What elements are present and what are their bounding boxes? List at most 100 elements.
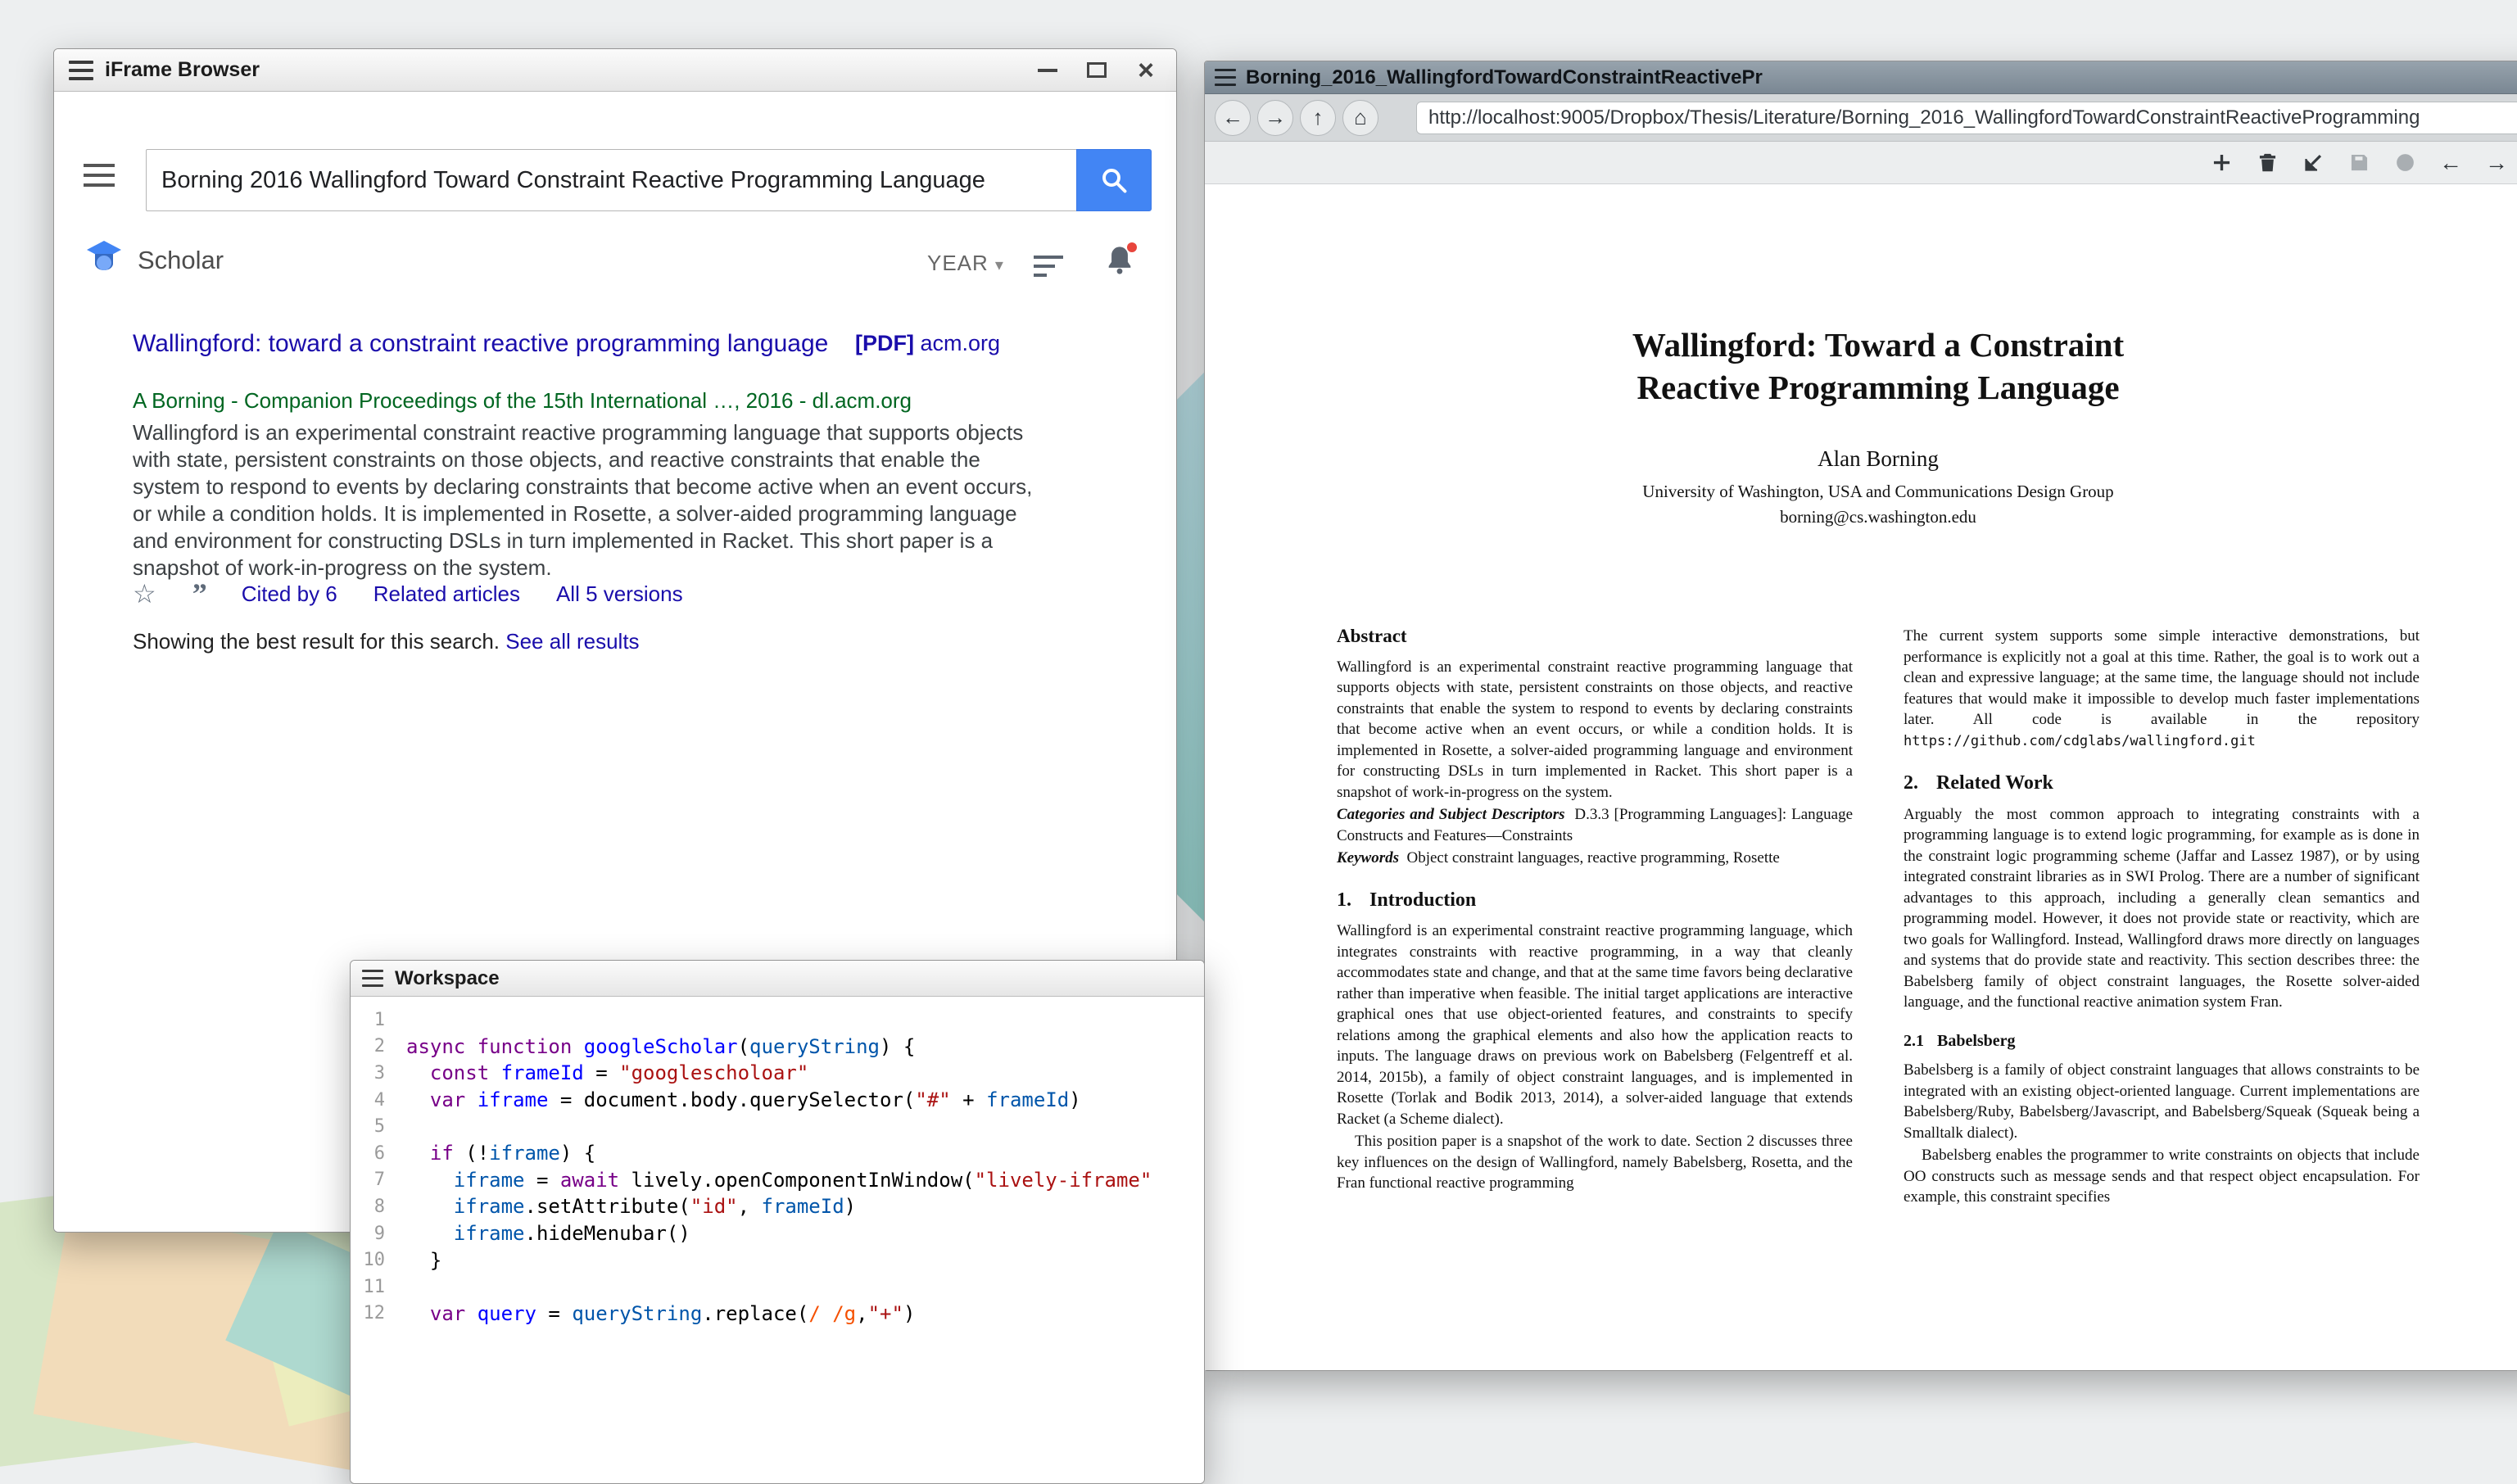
block-button[interactable] xyxy=(2386,146,2424,180)
year-filter-dropdown[interactable]: YEAR▾ xyxy=(927,251,1004,276)
result-title-link[interactable]: Wallingford: toward a constraint reactiv… xyxy=(133,328,845,360)
window-menu-icon[interactable] xyxy=(1215,69,1236,86)
result-byline: A Borning - Companion Proceedings of the… xyxy=(133,388,912,414)
window-titlebar[interactable]: Workspace xyxy=(351,961,1204,997)
section-2-1-paragraph: Babelsberg enables the programmer to wri… xyxy=(1904,1145,2420,1208)
url-input[interactable] xyxy=(1416,102,2517,134)
abstract-heading: Abstract xyxy=(1337,626,1853,647)
paper-affiliation: University of Washington, USA and Commun… xyxy=(1337,482,2420,502)
save-button[interactable] xyxy=(2340,146,2378,180)
section-2-paragraph: Arguably the most common approach to int… xyxy=(1904,804,2420,1013)
code-line[interactable]: 12 var query = queryString.replace(/ /g,… xyxy=(351,1301,1204,1328)
maximize-button[interactable] xyxy=(1084,58,1109,83)
workspace-window: Workspace 1 2async function googleScholar… xyxy=(350,960,1205,1484)
all-versions-link[interactable]: All 5 versions xyxy=(556,581,683,607)
delete-trash-button[interactable] xyxy=(2248,146,2286,180)
code-line[interactable]: 7 iframe = await lively.openComponentInW… xyxy=(351,1167,1204,1194)
search-icon xyxy=(1099,165,1129,195)
scholar-logo-icon[interactable] xyxy=(85,238,123,275)
back-button[interactable]: ← xyxy=(1215,100,1251,136)
categories-paragraph: Categories and Subject Descriptors D.3.3… xyxy=(1337,804,1853,846)
up-button[interactable]: ↑ xyxy=(1300,100,1336,136)
chevron-down-icon: ▾ xyxy=(995,256,1004,274)
paper-email: borning@cs.washington.edu xyxy=(1337,507,2420,527)
result-footer: Showing the best result for this search.… xyxy=(133,629,640,654)
code-line[interactable]: 9 iframe.hideMenubar() xyxy=(351,1220,1204,1247)
cite-quote-icon[interactable]: ” xyxy=(192,583,206,604)
see-all-results-link[interactable]: See all results xyxy=(505,629,639,654)
section-1-heading: 1.Introduction xyxy=(1337,890,1853,912)
close-button[interactable]: × xyxy=(1134,58,1158,83)
related-articles-link[interactable]: Related articles xyxy=(373,581,520,607)
notification-dot xyxy=(1127,242,1137,252)
scholar-menu-icon[interactable] xyxy=(84,164,115,187)
section-2-1-heading: 2.1Babelsberg xyxy=(1904,1031,2420,1052)
section-2-heading: 2.Related Work xyxy=(1904,773,2420,794)
line-number: 12 xyxy=(351,1303,406,1323)
pdf-source: acm.org xyxy=(921,331,1001,355)
save-star-icon[interactable]: ☆ xyxy=(133,578,156,609)
paper-title: Wallingford: Toward a Constraint Reactiv… xyxy=(1337,323,2420,409)
line-number: 2 xyxy=(351,1036,406,1056)
pdf-viewer-window: Borning_2016_WallingfordTowardConstraint… xyxy=(1204,61,2517,1371)
line-number: 3 xyxy=(351,1063,406,1084)
home-button[interactable]: ⌂ xyxy=(1342,100,1378,136)
result-snippet: Wallingford is an experimental constrain… xyxy=(133,419,1048,581)
add-button[interactable] xyxy=(2202,146,2240,180)
paper-right-column: The current system supports some simple … xyxy=(1904,626,2420,1208)
search-input[interactable] xyxy=(146,149,1076,211)
line-number: 4 xyxy=(351,1090,406,1111)
alerts-bell-icon[interactable] xyxy=(1106,244,1135,277)
minimize-button[interactable] xyxy=(1035,58,1060,83)
paper-left-column: Abstract Wallingford is an experimental … xyxy=(1337,626,1853,1208)
code-line[interactable]: 6 if (!iframe) { xyxy=(351,1140,1204,1167)
pdf-navbar: ← → ↑ ⌂ xyxy=(1205,94,2517,142)
paper: Wallingford: Toward a Constraint Reactiv… xyxy=(1337,184,2420,1208)
code-editor[interactable]: 1 2async function googleScholar(queryStri… xyxy=(351,997,1204,1483)
window-titlebar[interactable]: iFrame Browser × xyxy=(54,49,1176,92)
code-line[interactable]: 3 const frameId = "googlescholoar" xyxy=(351,1060,1204,1087)
abstract-text: Wallingford is an experimental constrain… xyxy=(1337,657,1853,803)
paper-author: Alan Borning xyxy=(1337,446,2420,472)
code-line[interactable]: 11 xyxy=(351,1274,1204,1301)
window-title: Borning_2016_WallingfordTowardConstraint… xyxy=(1246,66,1763,89)
next-page-button[interactable]: → xyxy=(2478,146,2515,180)
line-number: 11 xyxy=(351,1277,406,1297)
code-line[interactable]: 4 var iframe = document.body.querySelect… xyxy=(351,1087,1204,1114)
section-2-1-paragraph: Babelsberg is a family of object constra… xyxy=(1904,1060,2420,1143)
code-line[interactable]: 5 xyxy=(351,1113,1204,1140)
forward-button[interactable]: → xyxy=(1257,100,1293,136)
repo-url-link[interactable]: https://github.com/cdglabs/wallingford.g… xyxy=(1904,733,2256,749)
section-1-paragraph: Wallingford is an experimental constrain… xyxy=(1337,921,1853,1129)
right-column-paragraph: The current system supports some simple … xyxy=(1904,626,2420,752)
code-line[interactable]: 8 iframe.setAttribute("id", frameId) xyxy=(351,1193,1204,1220)
line-number: 8 xyxy=(351,1197,406,1217)
line-number: 5 xyxy=(351,1116,406,1137)
window-menu-icon[interactable] xyxy=(362,970,383,987)
edit-button[interactable] xyxy=(2294,146,2332,180)
line-number: 1 xyxy=(351,1010,406,1030)
previous-page-button[interactable]: ← xyxy=(2432,146,2469,180)
footer-text: Showing the best result for this search. xyxy=(133,629,500,654)
line-number: 9 xyxy=(351,1224,406,1244)
line-number: 7 xyxy=(351,1170,406,1190)
code-line[interactable]: 1 xyxy=(351,1007,1204,1034)
code-line[interactable]: 10 } xyxy=(351,1246,1204,1274)
keywords-paragraph: Keywords Object constraint languages, re… xyxy=(1337,848,1853,869)
window-titlebar[interactable]: Borning_2016_WallingfordTowardConstraint… xyxy=(1205,61,2517,94)
pdf-actionbar: ← → xyxy=(1205,142,2517,184)
section-1-paragraph: This position paper is a snapshot of the… xyxy=(1337,1131,1853,1194)
pdf-page: Wallingford: Toward a Constraint Reactiv… xyxy=(1205,184,2517,1370)
scholar-brand[interactable]: Scholar xyxy=(138,246,224,275)
code-line[interactable]: 2async function googleScholar(queryStrin… xyxy=(351,1034,1204,1061)
filter-icon[interactable] xyxy=(1034,256,1063,277)
cited-by-link[interactable]: Cited by 6 xyxy=(242,581,337,607)
window-title: iFrame Browser xyxy=(105,58,260,82)
search-button[interactable] xyxy=(1076,149,1152,211)
window-menu-icon[interactable] xyxy=(69,61,93,80)
window-title: Workspace xyxy=(395,967,500,990)
pdf-tag: [PDF] xyxy=(855,331,914,355)
line-number: 6 xyxy=(351,1143,406,1164)
result-pdf-link[interactable]: [PDF] acm.org xyxy=(855,331,1000,356)
line-number: 10 xyxy=(351,1250,406,1270)
